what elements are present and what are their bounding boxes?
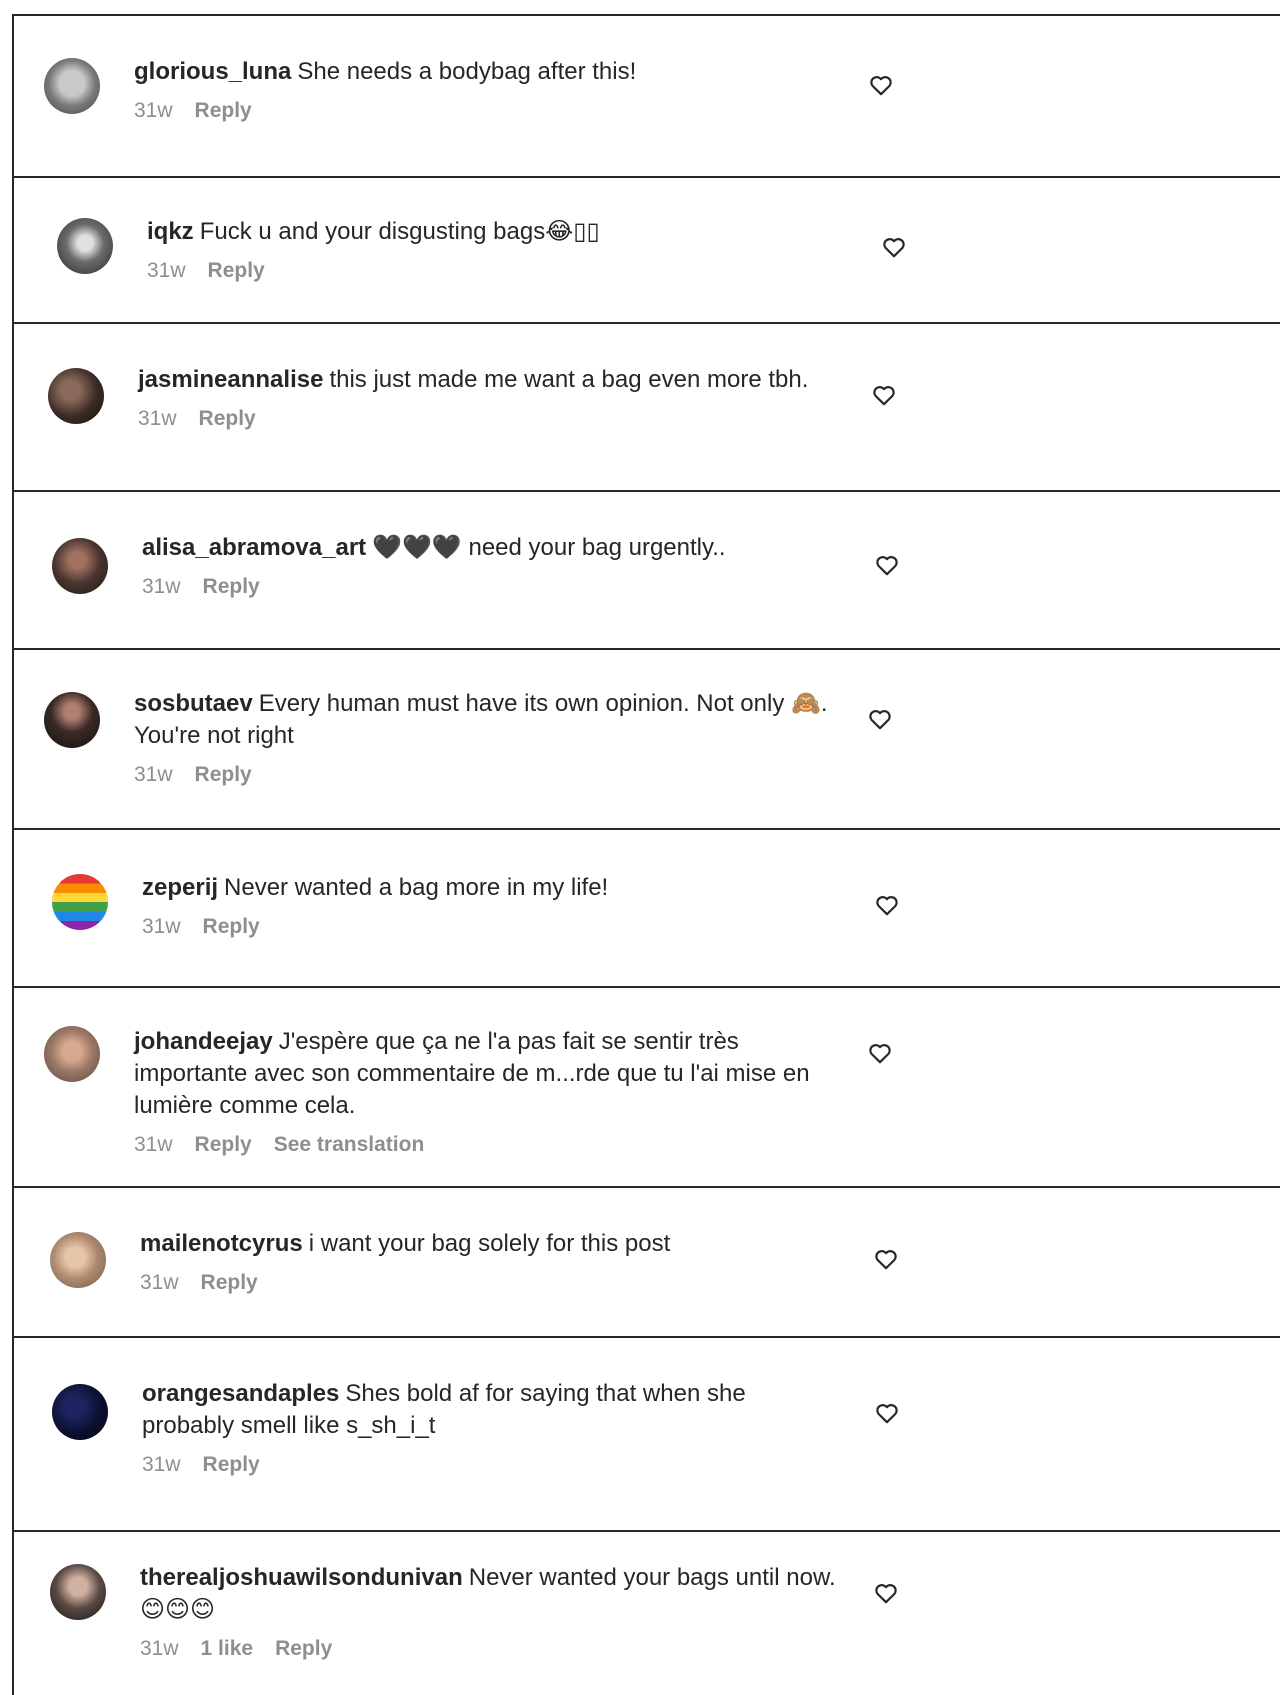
avatar[interactable] [50, 1232, 106, 1288]
like-heart-icon[interactable] [867, 706, 893, 732]
avatar[interactable] [57, 218, 113, 274]
comment-row: alisa_abramova_art 🖤🖤🖤 need your bag urge… [12, 490, 1280, 650]
like-heart-icon[interactable] [874, 1400, 900, 1426]
comment-timestamp[interactable]: 31w [140, 1637, 179, 1660]
comment-username[interactable]: johandeejay [134, 1028, 273, 1055]
comment-row: orangesandaples Shes bold af for saying t… [12, 1336, 1280, 1532]
see-translation-button[interactable]: See translation [274, 1133, 425, 1156]
comment-timestamp[interactable]: 31w [134, 1133, 173, 1156]
like-heart-icon[interactable] [873, 1580, 899, 1606]
comment-username[interactable]: iqkz [147, 218, 194, 245]
comment-text: Never wanted a bag more in my life! [224, 874, 609, 901]
avatar[interactable] [52, 874, 108, 930]
comment-timestamp[interactable]: 31w [147, 259, 186, 282]
comment-username[interactable]: mailenotcyrus [140, 1230, 303, 1257]
comment-username[interactable]: zeperij [142, 874, 218, 901]
comment-text: She needs a bodybag after this! [297, 58, 637, 85]
like-heart-icon[interactable] [867, 1040, 893, 1066]
avatar[interactable] [44, 58, 100, 114]
comment-username[interactable]: sosbutaev [134, 690, 253, 717]
avatar[interactable] [50, 1564, 106, 1620]
comment-text: 🖤🖤🖤 need your bag urgently.. [372, 534, 726, 561]
comment-username[interactable]: jasmineannalise [138, 366, 323, 393]
reply-button[interactable]: Reply [199, 407, 256, 430]
comment-timestamp[interactable]: 31w [134, 99, 173, 122]
comment-row: johandeejay J'espère que ça ne l'a pas fa… [12, 986, 1280, 1188]
comment-username[interactable]: orangesandaples [142, 1380, 339, 1407]
reply-button[interactable]: Reply [275, 1637, 332, 1660]
avatar[interactable] [44, 1026, 100, 1082]
comment-username[interactable]: alisa_abramova_art [142, 534, 366, 561]
comment-row: iqkz Fuck u and your disgusting bags😂▯▯ 3… [12, 176, 1280, 324]
comment-row: mailenotcyrus i want your bag solely for … [12, 1186, 1280, 1338]
comment-username[interactable]: therealjoshuawilsondunivan [140, 1564, 463, 1591]
comment-row: therealjoshuawilsondunivan Never wanted y… [12, 1530, 1280, 1695]
comment-row: sosbutaev Every human must have its own o… [12, 648, 1280, 830]
comment-list: glorious_luna She needs a bodybag after t… [0, 0, 1280, 1695]
comment-row: jasmineannalise this just made me want a … [12, 322, 1280, 490]
like-heart-icon[interactable] [874, 552, 900, 578]
comment-row: zeperij Never wanted a bag more in my lif… [12, 828, 1280, 988]
reply-button[interactable]: Reply [195, 1133, 252, 1156]
reply-button[interactable]: Reply [208, 259, 265, 282]
comment-timestamp[interactable]: 31w [134, 763, 173, 786]
reply-button[interactable]: Reply [203, 1453, 260, 1476]
avatar[interactable] [52, 538, 108, 594]
like-heart-icon[interactable] [868, 72, 894, 98]
comment-timestamp[interactable]: 31w [138, 407, 177, 430]
reply-button[interactable]: Reply [195, 99, 252, 122]
comment-username[interactable]: glorious_luna [134, 58, 291, 85]
comment-timestamp[interactable]: 31w [142, 915, 181, 938]
like-heart-icon[interactable] [871, 382, 897, 408]
like-count[interactable]: 1 like [201, 1637, 254, 1660]
reply-button[interactable]: Reply [203, 915, 260, 938]
comment-text: i want your bag solely for this post [308, 1230, 671, 1257]
comment-timestamp[interactable]: 31w [142, 575, 181, 598]
comment-row: glorious_luna She needs a bodybag after t… [12, 14, 1280, 176]
reply-button[interactable]: Reply [203, 575, 260, 598]
comment-text: this just made me want a bag even more t… [329, 366, 809, 393]
avatar[interactable] [44, 692, 100, 748]
reply-button[interactable]: Reply [201, 1271, 258, 1294]
reply-button[interactable]: Reply [195, 763, 252, 786]
avatar[interactable] [48, 368, 104, 424]
like-heart-icon[interactable] [881, 234, 907, 260]
comment-text: Fuck u and your disgusting bags😂▯▯ [199, 218, 600, 245]
comment-timestamp[interactable]: 31w [140, 1271, 179, 1294]
like-heart-icon[interactable] [873, 1246, 899, 1272]
like-heart-icon[interactable] [874, 892, 900, 918]
comment-timestamp[interactable]: 31w [142, 1453, 181, 1476]
avatar[interactable] [52, 1384, 108, 1440]
